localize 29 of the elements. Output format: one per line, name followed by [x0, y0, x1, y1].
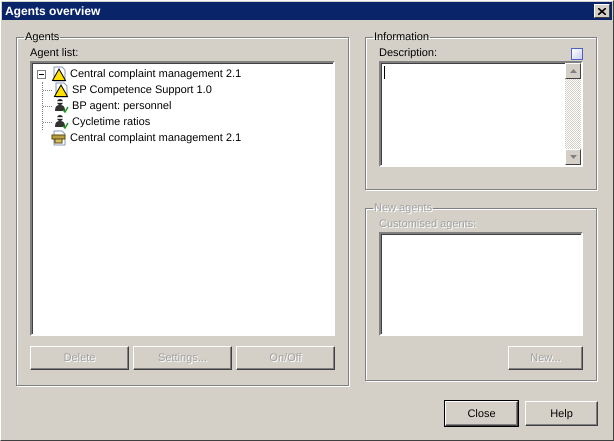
group-title: New agents — [373, 202, 434, 214]
package-icon — [51, 130, 67, 146]
tree-item[interactable]: BP agent: personnel — [72, 100, 172, 112]
warning-icon — [53, 82, 69, 98]
collapse-toggle[interactable] — [37, 70, 46, 78]
scroll-up-button[interactable] — [565, 63, 581, 79]
window-title: Agents overview — [5, 4, 100, 18]
close-button[interactable] — [594, 4, 610, 18]
up-arrow-icon — [570, 69, 576, 73]
scroll-down-button[interactable] — [565, 149, 581, 165]
agent-tree[interactable]: Central complaint management 2.1 SP Competence Support 1.0 BP agent: personnel Cycletime ratios Central complaint management 2.1 — [30, 61, 335, 336]
agent-icon — [53, 98, 69, 114]
square-icon[interactable] — [571, 48, 583, 60]
down-arrow-icon — [570, 155, 576, 159]
group-title: Information — [373, 31, 430, 43]
description-field[interactable] — [379, 61, 583, 167]
field-label: Agent list: — [30, 47, 80, 61]
tree-item[interactable]: SP Competence Support 1.0 — [72, 84, 212, 96]
close-icon — [598, 8, 606, 14]
tree-item[interactable]: Cycletime ratios — [72, 116, 150, 128]
tree-item[interactable]: Central complaint management 2.1 — [70, 68, 242, 80]
scrollbar[interactable] — [565, 63, 581, 165]
warning-icon — [51, 66, 67, 82]
tree-item[interactable]: Central complaint management 2.1 — [70, 132, 242, 144]
field-label: Description: — [379, 47, 438, 61]
dialog-button[interactable]: Help — [525, 401, 598, 426]
agent-icon — [53, 114, 69, 130]
group-title: Agents — [24, 31, 60, 43]
dialog-button[interactable]: Close — [445, 401, 518, 426]
